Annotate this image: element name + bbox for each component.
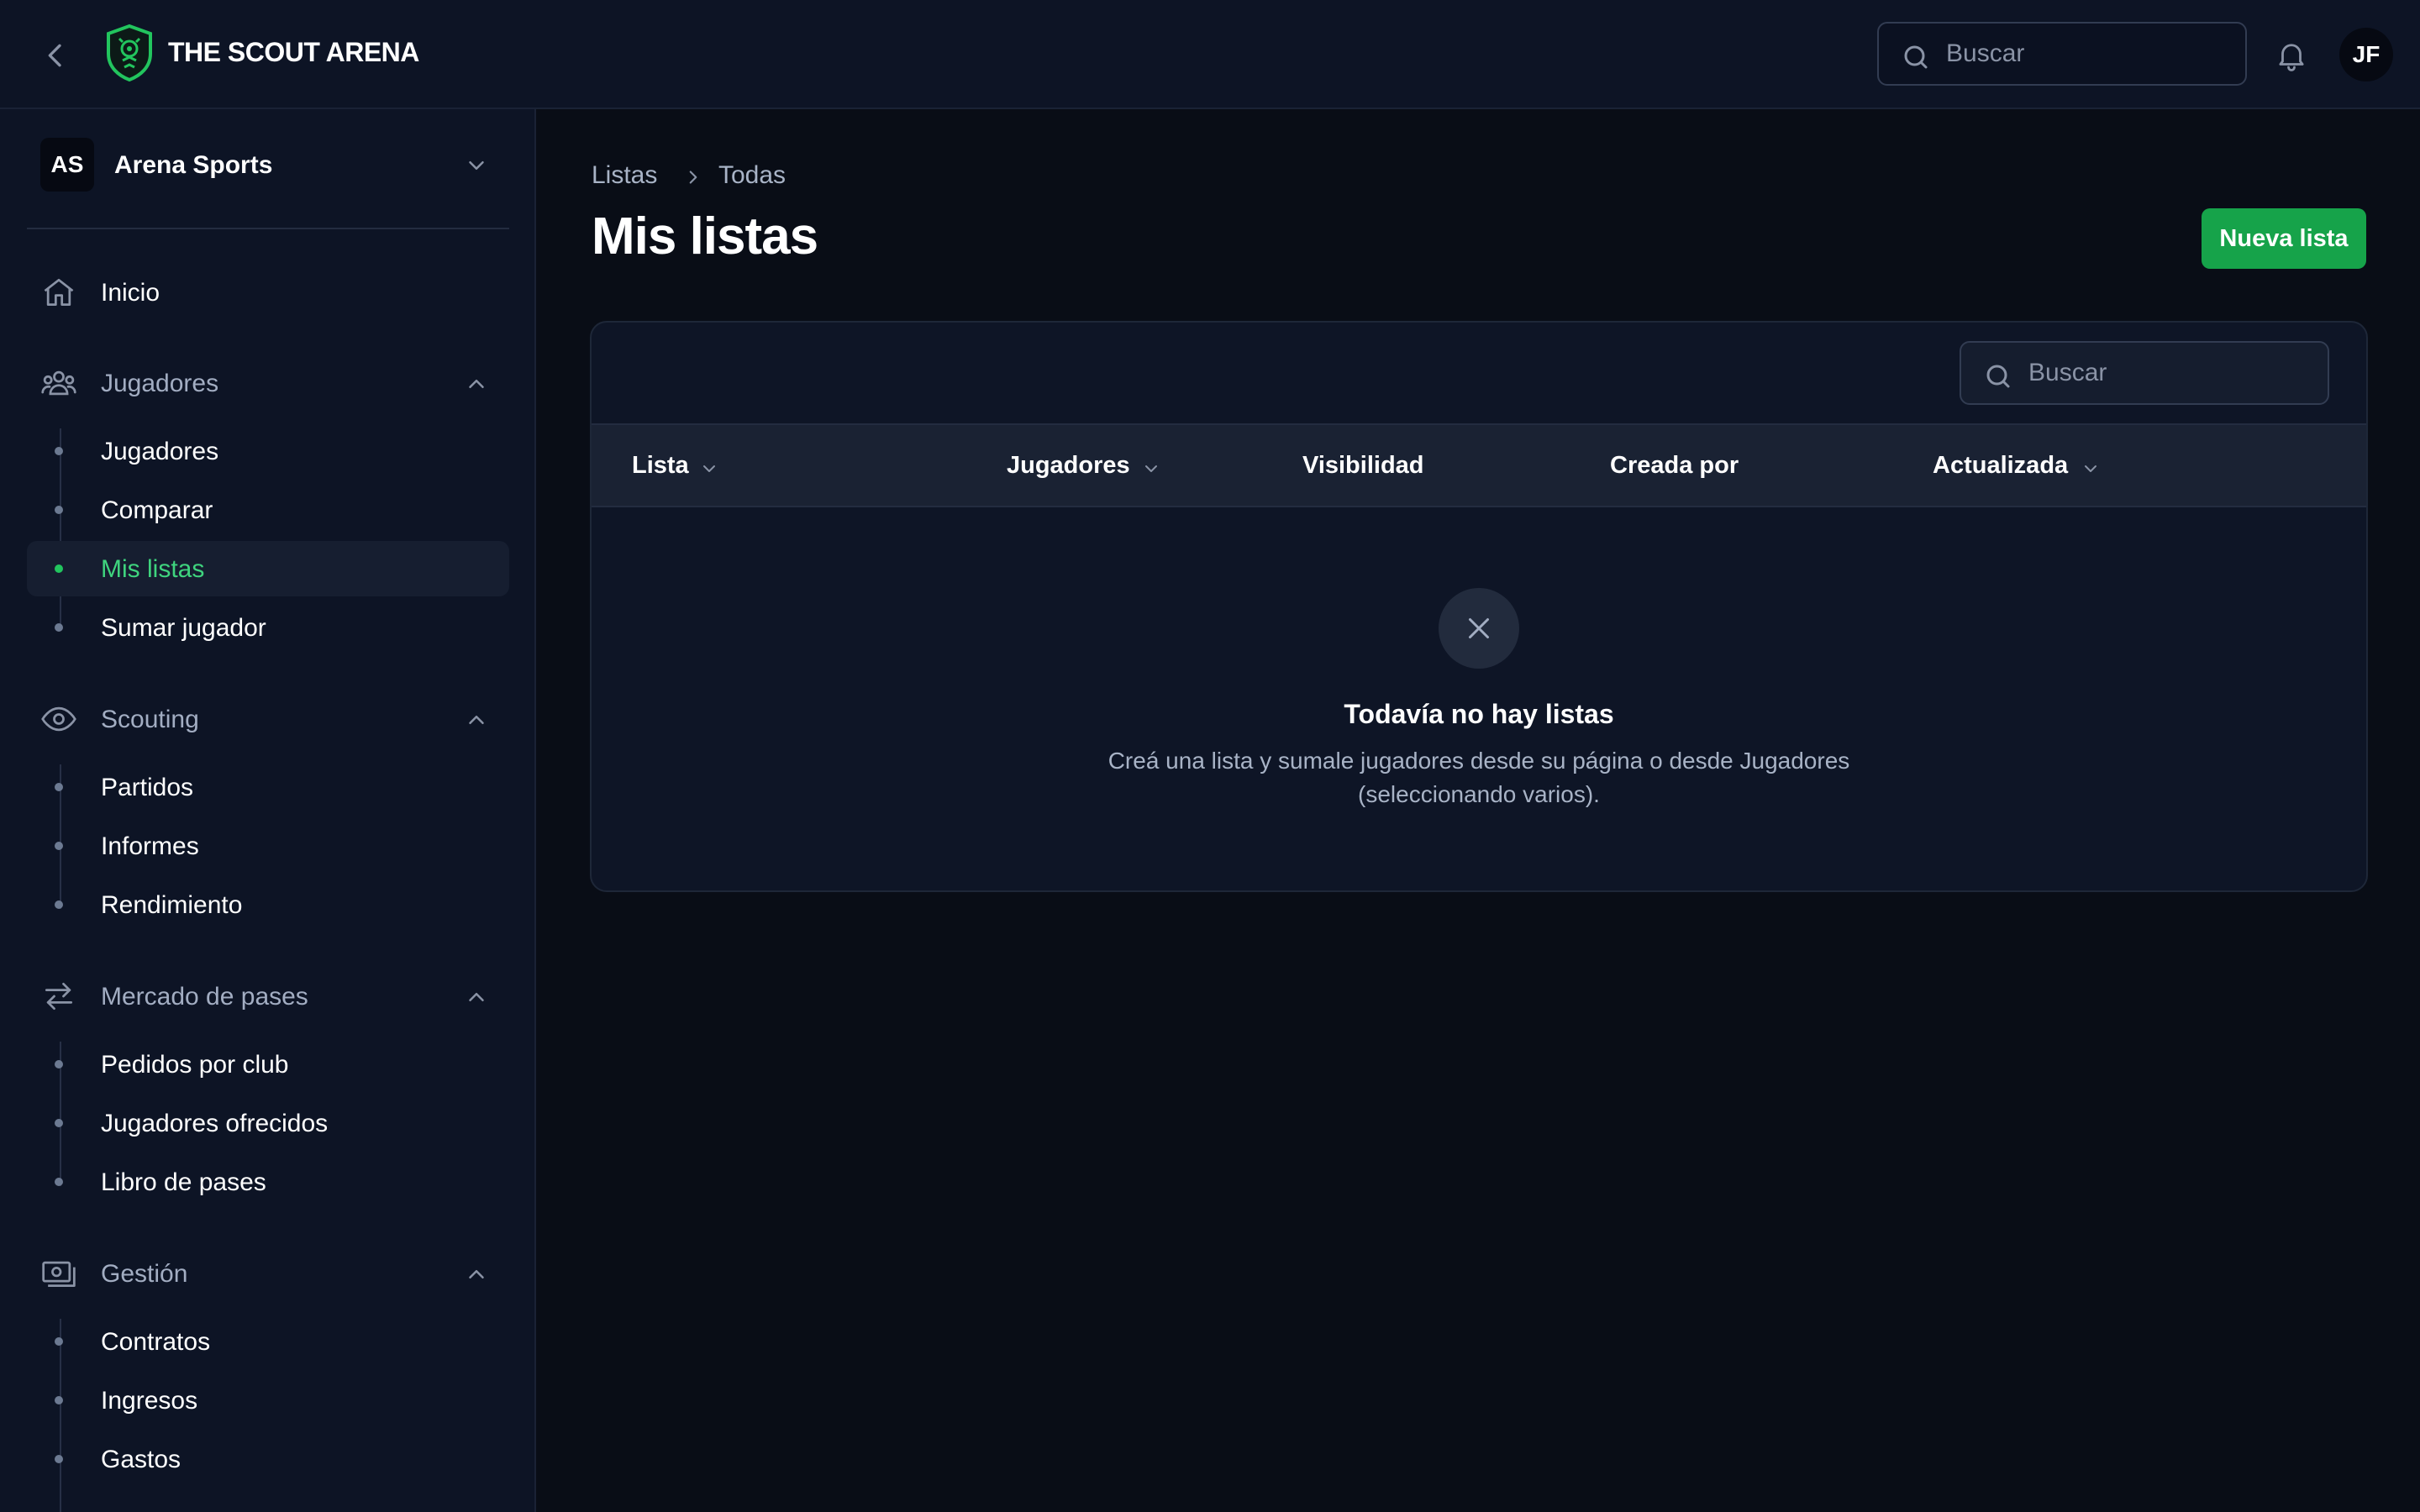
sidebar-item-pedidos-por-club[interactable]: Pedidos por club (27, 1037, 509, 1092)
org-switcher[interactable]: AS Arena Sports (27, 138, 511, 192)
new-list-button[interactable]: Nueva lista (2202, 208, 2366, 269)
table-search-input[interactable] (2028, 343, 2314, 403)
breadcrumb-current: Todas (718, 161, 786, 189)
sidebar-item-sumar-jugador[interactable]: Sumar jugador (27, 600, 509, 655)
sidebar-item-label: Jugadores (101, 438, 219, 465)
eye-icon (40, 701, 77, 738)
users-icon (40, 365, 77, 402)
back-arrow-icon[interactable] (39, 39, 72, 72)
column-header-label: Visibilidad (1302, 452, 1424, 479)
bullet-dot (55, 1119, 63, 1127)
money-icon (40, 1255, 77, 1292)
sidebar-item-label: Gastos (101, 1446, 182, 1473)
sidebar-item-label: Ingresos (101, 1387, 198, 1415)
sidebar-item-label: Sumar jugador (101, 614, 266, 642)
scout-arena-logo[interactable] (104, 24, 155, 82)
sidebar-group-jugadores[interactable]: Jugadores (27, 353, 509, 413)
sidebar-item-partidos[interactable]: Partidos (27, 759, 509, 815)
chevron-up-icon (464, 707, 489, 732)
sidebar-item-rendimiento[interactable]: Rendimiento (27, 877, 509, 932)
chevron-down-icon (699, 459, 719, 479)
sidebar-group-scouting[interactable]: Scouting (27, 689, 509, 749)
empty-state-description: Creá una lista y sumale jugadores desde … (1107, 748, 1850, 807)
global-search[interactable] (1877, 22, 2247, 86)
search-icon (1901, 42, 1931, 72)
global-search-input[interactable] (1946, 24, 2232, 84)
table-search[interactable] (1960, 341, 2329, 405)
sidebar-group-label: Jugadores (101, 370, 219, 397)
sidebar-item-label: Inicio (101, 279, 160, 307)
bullet-dot (55, 842, 63, 850)
bullet-dot (55, 900, 63, 909)
sidebar-item-libro-de-pases[interactable]: Libro de pases (27, 1154, 509, 1210)
sidebar-divider (27, 228, 509, 229)
bullet-dot (55, 1060, 63, 1068)
sidebar-item-label: Comparar (101, 496, 213, 524)
lists-table-card: Lista Jugadores Visibilidad Creada por A… (590, 321, 2368, 892)
column-header-label: Jugadores (1007, 452, 1130, 479)
user-avatar[interactable]: JF (2339, 28, 2393, 81)
sidebar-item-ingresos[interactable]: Ingresos (27, 1373, 509, 1428)
column-header-label: Actualizada (1933, 452, 2069, 479)
sidebar-item-label: Partidos (101, 774, 194, 801)
bullet-dot (55, 623, 63, 632)
sidebar-item-label: Pedidos por club (101, 1051, 289, 1079)
column-header-label: Creada por (1610, 452, 1739, 479)
notifications-bell-icon[interactable] (2274, 37, 2309, 74)
sidebar: AS Arena Sports Inicio Jugadores Jugador… (0, 109, 536, 1512)
bullet-dot (55, 1455, 63, 1463)
chevron-right-icon (682, 166, 704, 188)
bullet-dot (55, 1396, 63, 1404)
search-icon (1983, 361, 2013, 391)
bullet-dot (55, 783, 63, 791)
sidebar-item-mis-listas[interactable]: Mis listas (27, 541, 509, 596)
sidebar-item-informes[interactable]: Informes (27, 818, 509, 874)
page-title: Mis listas (592, 207, 818, 265)
sidebar-group-mercado-de-pases[interactable]: Mercado de pases (27, 966, 509, 1026)
chevron-down-icon (464, 153, 489, 178)
column-header-visibilidad: Visibilidad (1302, 452, 1424, 482)
sidebar-item-label: Rendimiento (101, 891, 243, 919)
brand-name: THE SCOUT ARENA (168, 37, 419, 67)
bullet-dot (55, 506, 63, 514)
sidebar-group-gestion[interactable]: Gestión (27, 1243, 509, 1304)
top-bar: THE SCOUT ARENA JF (0, 0, 2420, 109)
sidebar-item-jugadores[interactable]: Jugadores (27, 423, 509, 479)
empty-state-title: Todavía no hay listas (1344, 699, 1614, 729)
sidebar-item-comparar[interactable]: Comparar (27, 482, 509, 538)
breadcrumb-link-listas[interactable]: Listas (592, 161, 657, 190)
sidebar-item-label: Mis listas (101, 555, 205, 583)
column-header-jugadores[interactable]: Jugadores (1007, 452, 1157, 482)
org-name: Arena Sports (114, 151, 273, 179)
sidebar-item-label: Jugadores ofrecidos (101, 1110, 329, 1137)
bullet-dot (55, 1178, 63, 1186)
sidebar-item-gastos[interactable]: Gastos (27, 1431, 509, 1487)
home-icon (40, 274, 77, 311)
chevron-up-icon (464, 371, 489, 396)
bullet-dot (55, 447, 63, 455)
table-header: Lista Jugadores Visibilidad Creada por A… (592, 423, 2366, 507)
chevron-up-icon (464, 984, 489, 1010)
chevron-down-icon (2081, 459, 2101, 479)
column-header-creada-por: Creada por (1610, 452, 1739, 482)
sidebar-item-label: Informes (101, 832, 199, 860)
sidebar-item-jugadores-ofrecidos[interactable]: Jugadores ofrecidos (27, 1095, 509, 1151)
sidebar-item-label: Libro de pases (101, 1168, 266, 1196)
transfer-arrows-icon (40, 978, 77, 1015)
sidebar-group-label: Gestión (101, 1260, 188, 1288)
close-x-icon (1439, 588, 1519, 669)
bullet-dot (55, 564, 63, 573)
column-header-lista[interactable]: Lista (632, 452, 715, 482)
sidebar-item-inicio[interactable]: Inicio (27, 262, 509, 323)
column-header-label: Lista (632, 452, 689, 479)
column-header-actualizada[interactable]: Actualizada (1933, 452, 2096, 482)
org-badge: AS (40, 138, 94, 192)
sidebar-group-label: Scouting (101, 706, 199, 733)
chevron-down-icon (1141, 459, 1161, 479)
sidebar-group-label: Mercado de pases (101, 983, 308, 1011)
sidebar-item-contratos[interactable]: Contratos (27, 1314, 509, 1369)
sidebar-item-label: Contratos (101, 1328, 211, 1356)
chevron-up-icon (464, 1262, 489, 1287)
bullet-dot (55, 1337, 63, 1346)
